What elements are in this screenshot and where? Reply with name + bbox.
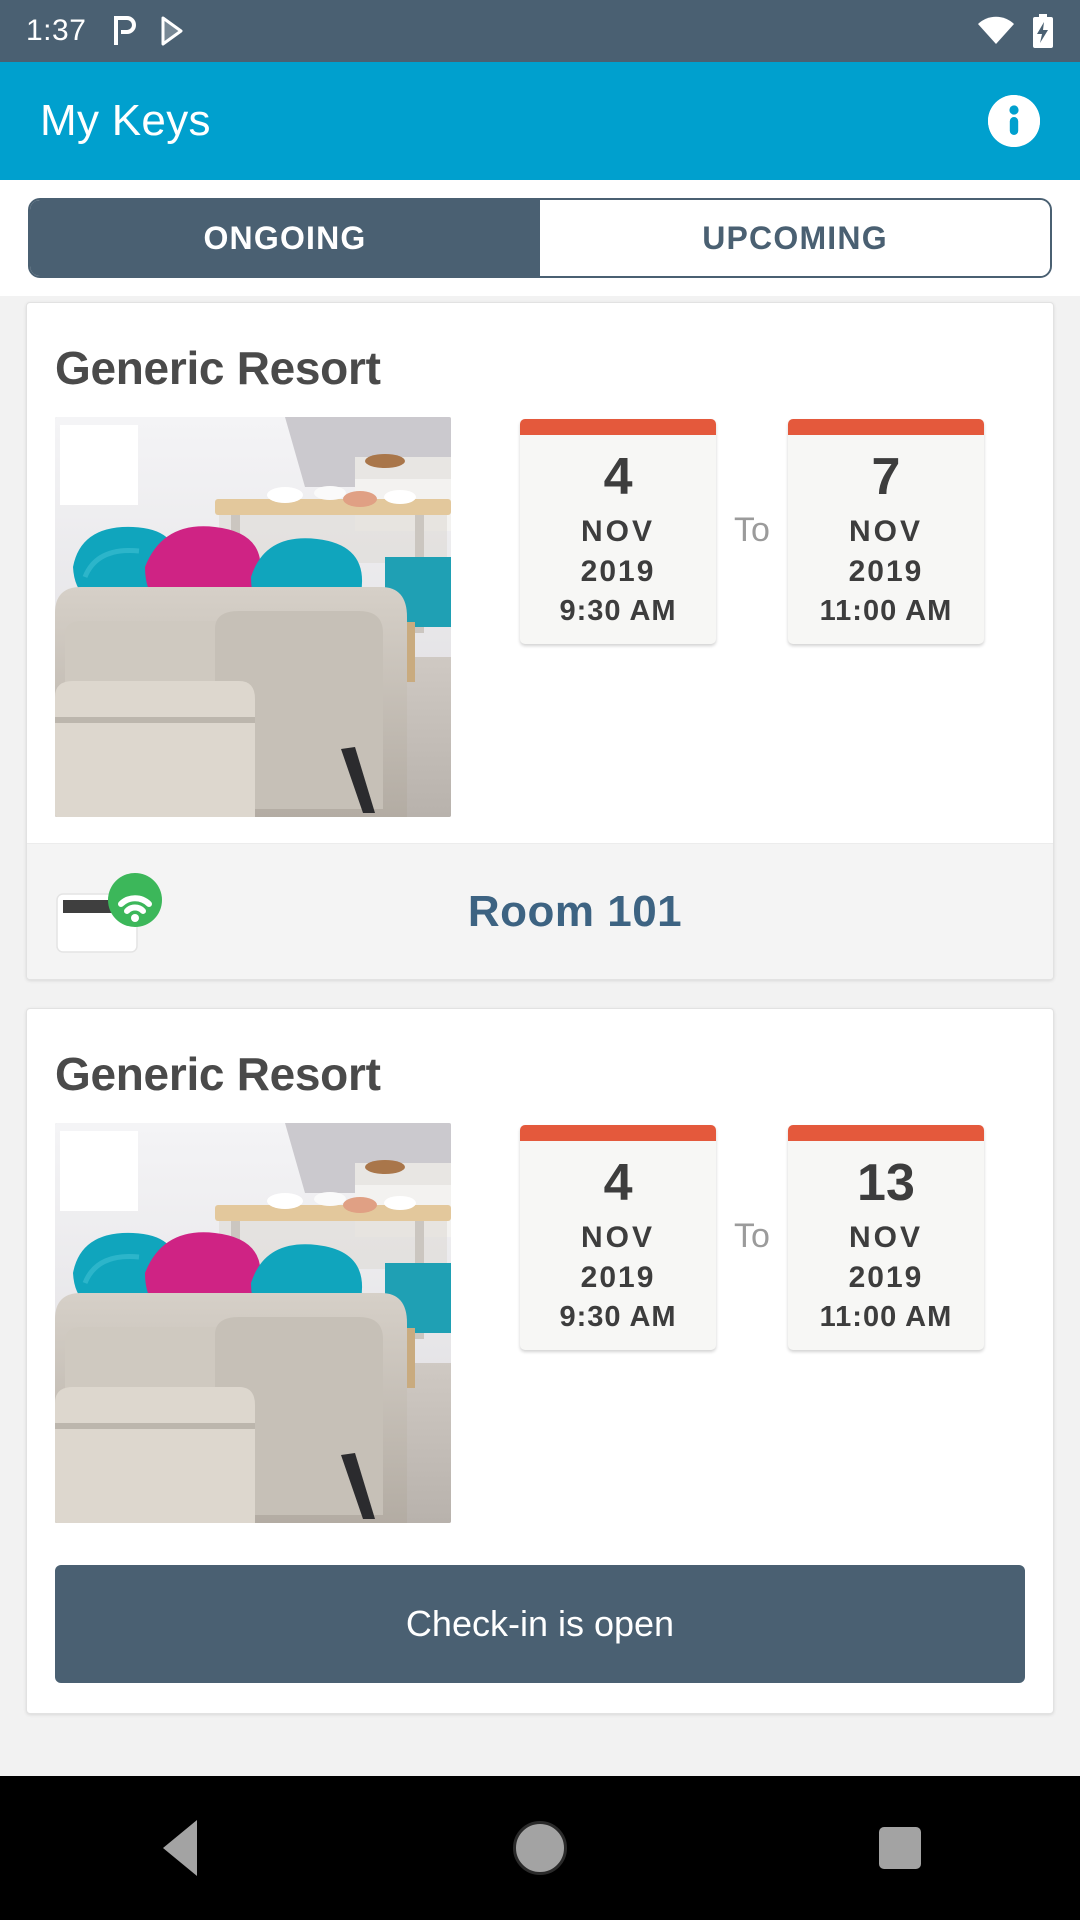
checkin-date: 4 NOV 2019 9:30 AM [520,419,717,644]
checkin-month: NOV [581,1221,656,1254]
play-store-icon [160,16,186,46]
property-thumbnail [55,417,451,817]
property-name: Generic Resort [55,1048,381,1100]
tab-upcoming[interactable]: UPCOMING [540,200,1050,276]
checkout-date: 13 NOV 2019 11:00 AM [787,1125,984,1350]
booking-list[interactable]: Generic Resort 4 NOV 2019 9:30 AM To 7 N… [0,296,1080,1776]
checkout-year: 2019 [848,555,924,588]
checkout-month: NOV [848,515,923,548]
nav-recents-button[interactable] [800,1776,1000,1920]
tab-ongoing[interactable]: ONGOING [30,200,540,276]
calendar-strip [520,419,717,435]
tab-bar: ONGOING UPCOMING [0,180,1080,296]
status-bar-system-icons [976,14,1054,48]
room-number-label: Room 101 [467,886,683,936]
checkin-year: 2019 [580,1261,656,1294]
app-bar: My Keys [0,62,1080,180]
keycard-nfc-icon[interactable] [55,872,165,953]
checkout-time: 11:00 AM [819,1301,953,1333]
checkout-day: 13 [857,1154,915,1212]
home-circle-icon [513,1821,567,1875]
nav-home-button[interactable] [440,1776,640,1920]
back-triangle-icon [163,1820,197,1876]
nav-back-button[interactable] [80,1776,280,1920]
date-range: 4 NOV 2019 9:30 AM To 13 NOV 2019 11:00 … [451,1123,1053,1350]
booking-card-body: 4 NOV 2019 9:30 AM To 7 NOV 2019 11:00 A… [27,405,1053,843]
checkin-month: NOV [581,515,656,548]
tab-group: ONGOING UPCOMING [28,198,1052,278]
checkout-year: 2019 [848,1261,924,1294]
android-nav-bar [0,1776,1080,1920]
checkout-month: NOV [848,1221,923,1254]
battery-charging-icon [1032,14,1054,48]
checkout-date: 7 NOV 2019 11:00 AM [787,419,984,644]
info-icon[interactable] [988,95,1040,147]
booking-card[interactable]: Generic Resort [26,1008,1054,1714]
booking-card-body: 4 NOV 2019 9:30 AM To 13 NOV 2019 11:00 … [27,1111,1053,1549]
check-in-button[interactable]: Check-in is open [55,1565,1025,1683]
checkin-day: 4 [603,448,633,506]
checkin-year: 2019 [580,555,656,588]
status-bar: 1:37 [0,0,1080,62]
checkout-time: 11:00 AM [819,595,953,627]
status-bar-notification-icons [112,16,186,46]
calendar-strip [787,1125,984,1141]
date-separator: To [734,511,770,549]
status-bar-clock: 1:37 [26,14,87,47]
checkin-time: 9:30 AM [559,1301,677,1333]
date-separator: To [734,1217,770,1255]
pocket-casts-icon [112,16,138,46]
phone-screen: 1:37 My Keys ONGOING UPCOMING Generic Re… [0,0,1080,1920]
page-title: My Keys [40,96,211,145]
date-range: 4 NOV 2019 9:30 AM To 7 NOV 2019 11:00 A… [451,417,1053,644]
checkin-date: 4 NOV 2019 9:30 AM [520,1125,717,1350]
room-key-row[interactable]: Room 101 [27,843,1053,979]
recents-square-icon [879,1827,921,1869]
property-thumbnail [55,1123,451,1523]
checkout-day: 7 [871,448,901,506]
calendar-strip [787,419,984,435]
wifi-icon [976,16,1016,46]
checkin-day: 4 [603,1154,633,1212]
checkin-time: 9:30 AM [559,595,677,627]
property-name: Generic Resort [55,342,381,394]
booking-card[interactable]: Generic Resort [26,302,1054,980]
calendar-strip [520,1125,717,1141]
